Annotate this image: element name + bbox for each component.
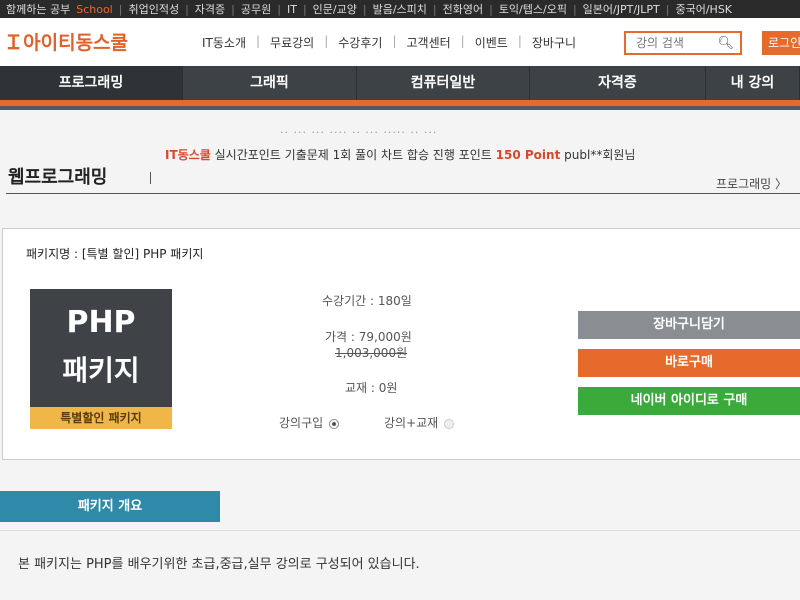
logo-mark-icon: Ɪ <box>8 30 20 54</box>
search-box: 🔍︎ <box>624 31 742 55</box>
thumbnail-subtitle: 패키지 <box>62 354 140 387</box>
topbar-item[interactable]: School <box>76 3 119 16</box>
nav-item-cart[interactable]: 장바구니 <box>522 34 586 51</box>
package-original-price: 1,003,000원 <box>335 346 408 360</box>
notice-brand: IT동스쿨 <box>165 148 211 162</box>
title-separator <box>150 172 151 184</box>
page-title: 웹프로그래밍 <box>8 167 108 188</box>
add-to-cart-button[interactable]: 장바구니담기 <box>578 311 800 339</box>
naver-buy-button[interactable]: 네이버 아이디로 구매 <box>578 387 800 415</box>
nav-item-reviews[interactable]: 수강후기 <box>328 34 392 51</box>
topbar-item[interactable]: 토익/텝스/오픽 <box>493 1 573 17</box>
package-name: 패키지명 : [특별 할인] PHP 패키지 <box>26 247 204 261</box>
nav-shadow <box>0 106 800 110</box>
topbar-item[interactable]: 인문/교양 <box>307 1 363 17</box>
search-input[interactable] <box>634 35 718 51</box>
thumbnail-title: PHP <box>66 305 136 340</box>
tab-certificates[interactable]: 자격증 <box>530 66 706 100</box>
tab-programming[interactable]: 프로그래밍 <box>0 66 183 100</box>
option-lecture-label: 강의구입 <box>279 416 324 430</box>
topbar-item[interactable]: 자격증 <box>189 1 231 17</box>
site-header: Ɪ 아이티동스쿨 IT동소개 | 무료강의 | 수강후기 | 고객센터 | 이벤트 | 장… <box>0 18 800 66</box>
tab-computer-general[interactable]: 컴퓨터일반 <box>357 66 530 100</box>
package-price: 가격 : 79,000원 <box>325 330 412 344</box>
notice-ticker: IT동스쿨 실시간포인트 기출문제 1회 풀이 차트 합승 진행 포인트 150… <box>165 146 635 163</box>
buy-now-button[interactable]: 바로구매 <box>578 349 800 377</box>
login-button[interactable]: 로그인 <box>762 31 800 55</box>
nav-item-about[interactable]: IT동소개 <box>192 34 256 51</box>
option-lecture-book-radio[interactable] <box>444 418 455 429</box>
topbar-item[interactable]: 일본어/JPT/JLPT <box>577 1 666 17</box>
topbar-item[interactable]: 함께하는 공부 <box>0 1 76 17</box>
breadcrumb[interactable]: 프로그래밍 〉 <box>716 175 787 192</box>
category-nav: 프로그래밍 그래픽 컴퓨터일반 자격증 내 강의 <box>0 66 800 110</box>
package-textbook: 교재 : 0원 <box>345 381 398 395</box>
notice-text: 실시간포인트 기출문제 1회 풀이 차트 합승 진행 포인트 <box>214 148 492 162</box>
topbar-item[interactable]: IT <box>281 3 303 16</box>
logo-text: 아이티동스쿨 <box>23 32 129 54</box>
option-lecture-book[interactable]: 강의+교재 <box>384 414 455 431</box>
search-icon[interactable]: 🔍︎ <box>717 36 734 51</box>
notice-previous-line: ·· ··· ··· ···· ·· ··· ····· ·· ··· <box>280 126 438 139</box>
topbar-item[interactable]: 중국어/HSK <box>669 1 738 17</box>
option-lecture-book-label: 강의+교재 <box>384 416 439 430</box>
tab-package-overview[interactable]: 패키지 개요 <box>0 491 220 522</box>
topbar-item[interactable]: 발음/스피치 <box>367 1 433 17</box>
notice-user: publ**회원님 <box>564 148 636 162</box>
thumbnail-ribbon: 특별할인 패키지 <box>30 407 172 429</box>
notice-points: 150 Point <box>495 148 561 162</box>
topbar-item[interactable]: 전화영어 <box>437 1 489 17</box>
package-period: 수강기간 : 180일 <box>322 294 412 308</box>
topbar-item[interactable]: 공무원 <box>235 1 277 17</box>
overview-divider <box>0 530 800 531</box>
package-description: 본 패키지는 PHP를 배우기위한 초급,중급,실무 강의로 구성되어 있습니다… <box>18 557 420 572</box>
tab-my-lectures[interactable]: 내 강의 <box>706 66 800 100</box>
nav-item-events[interactable]: 이벤트 <box>465 34 518 51</box>
option-lecture-radio[interactable] <box>329 418 340 429</box>
option-lecture[interactable]: 강의구입 <box>279 414 340 431</box>
site-logo[interactable]: Ɪ 아이티동스쿨 <box>8 28 128 55</box>
nav-item-support[interactable]: 고객센터 <box>396 34 460 51</box>
nav-item-free-lectures[interactable]: 무료강의 <box>260 34 324 51</box>
topbar-item[interactable]: 취업인적성 <box>122 1 185 17</box>
global-nav: IT동소개 | 무료강의 | 수강후기 | 고객센터 | 이벤트 | 장바구니 <box>192 34 586 51</box>
tab-graphics[interactable]: 그래픽 <box>183 66 357 100</box>
top-utility-bar: 함께하는 공부 School | 취업인적성 | 자격증 | 공무원 | IT | 인문/… <box>0 0 800 18</box>
package-thumbnail: PHP 패키지 특별할인 패키지 <box>30 289 172 429</box>
title-divider <box>6 193 800 194</box>
